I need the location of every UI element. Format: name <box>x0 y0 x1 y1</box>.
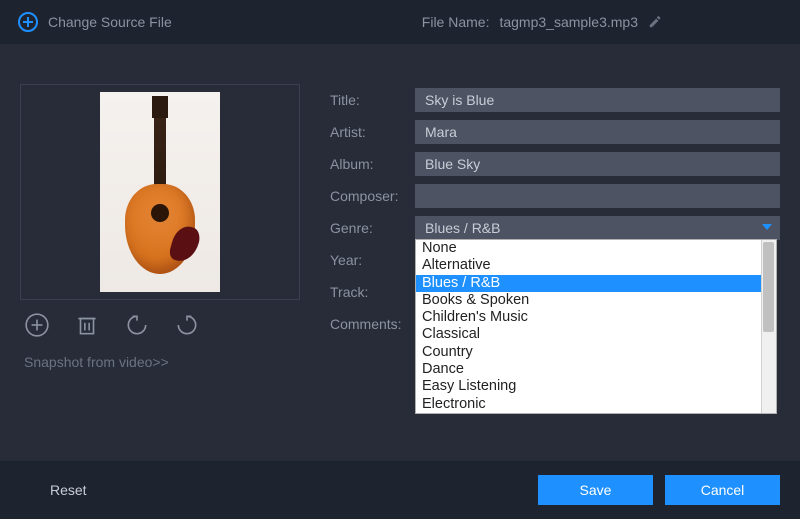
genre-option[interactable]: Classical <box>416 326 761 343</box>
save-button[interactable]: Save <box>538 475 653 505</box>
genre-option[interactable]: Dance <box>416 361 761 378</box>
file-name-value: tagmp3_sample3.mp3 <box>499 14 638 30</box>
cancel-button[interactable]: Cancel <box>665 475 780 505</box>
footer-bar: Reset Save Cancel <box>0 461 800 519</box>
artist-input[interactable] <box>415 120 780 144</box>
genre-option[interactable]: Blues / R&B <box>416 275 761 292</box>
album-input[interactable] <box>415 152 780 176</box>
artwork-frame[interactable] <box>20 84 300 300</box>
genre-label: Genre: <box>330 220 415 236</box>
genre-option[interactable]: Alternative <box>416 257 761 274</box>
title-input[interactable] <box>415 88 780 112</box>
album-label: Album: <box>330 156 415 172</box>
change-source-label: Change Source File <box>48 14 172 30</box>
composer-input[interactable] <box>415 184 780 208</box>
genre-option[interactable]: Country <box>416 344 761 361</box>
reset-button[interactable]: Reset <box>50 482 87 498</box>
genre-option[interactable]: Electronic <box>416 396 761 413</box>
genre-dropdown[interactable]: NoneAlternativeBlues / R&BBooks & Spoken… <box>415 239 777 414</box>
change-source-button[interactable]: Change Source File <box>18 12 172 32</box>
chevron-down-icon <box>762 224 772 230</box>
main-content: Snapshot from video>> Title: Artist: Alb… <box>0 44 800 374</box>
file-name-group: File Name: tagmp3_sample3.mp3 <box>422 14 662 30</box>
rotate-right-icon[interactable] <box>174 312 200 338</box>
dropdown-scrollthumb[interactable] <box>763 242 774 332</box>
genre-option[interactable]: Children's Music <box>416 309 761 326</box>
genre-option[interactable]: Books & Spoken <box>416 292 761 309</box>
track-label: Track: <box>330 284 415 300</box>
genre-option[interactable]: None <box>416 240 761 257</box>
year-label: Year: <box>330 252 415 268</box>
plus-circle-icon <box>18 12 38 32</box>
artist-label: Artist: <box>330 124 415 140</box>
artwork-image <box>100 92 220 292</box>
comments-label: Comments: <box>330 316 415 332</box>
artwork-toolbar <box>20 300 300 350</box>
dropdown-scrollbar[interactable] <box>761 240 776 413</box>
header-bar: Change Source File File Name: tagmp3_sam… <box>0 0 800 44</box>
rotate-left-icon[interactable] <box>124 312 150 338</box>
title-label: Title: <box>330 92 415 108</box>
snapshot-from-video-link[interactable]: Snapshot from video>> <box>20 350 300 374</box>
edit-filename-icon[interactable] <box>648 15 662 29</box>
add-artwork-icon[interactable] <box>24 312 50 338</box>
genre-option[interactable]: Easy Listening <box>416 378 761 395</box>
file-name-label: File Name: <box>422 14 490 30</box>
artwork-panel: Snapshot from video>> <box>20 84 300 374</box>
genre-selected-value: Blues / R&B <box>425 220 500 236</box>
metadata-form: Title: Artist: Album: Composer: Genre: B… <box>330 84 780 374</box>
genre-select[interactable]: Blues / R&B <box>415 216 780 240</box>
delete-artwork-icon[interactable] <box>74 312 100 338</box>
composer-label: Composer: <box>330 188 415 204</box>
